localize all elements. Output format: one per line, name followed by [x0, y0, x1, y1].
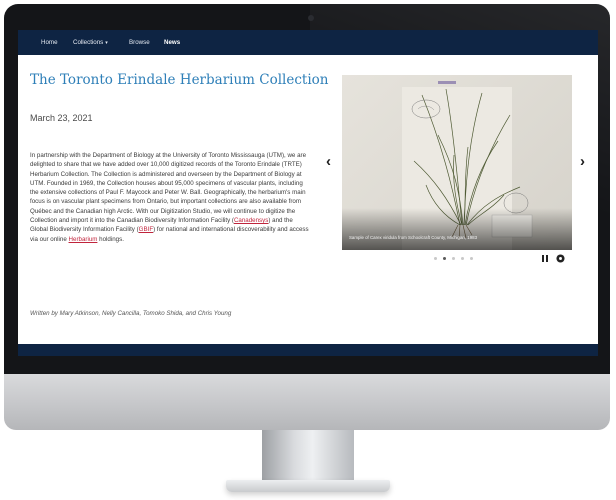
article-body: In partnership with the Department of Bi… — [30, 151, 312, 244]
canadensys-link[interactable]: Canadensys — [234, 217, 268, 224]
camera — [308, 15, 314, 21]
article-byline: Written by Mary Atkinson, Nelly Cancilla… — [30, 310, 232, 317]
nav-browse[interactable]: Browse — [126, 30, 153, 55]
nav-collections[interactable]: Collections ▾ — [70, 30, 111, 55]
nav-news[interactable]: News — [161, 30, 183, 55]
footer-band — [18, 344, 598, 356]
carousel-dot-3[interactable] — [452, 257, 455, 260]
article-date: March 23, 2021 — [30, 113, 93, 123]
carousel-dot-5[interactable] — [470, 257, 473, 260]
herbarium-link[interactable]: Herbarium — [69, 236, 98, 243]
slide-caption: Sample of Carex viridula from Schoolcraf… — [349, 235, 478, 240]
carousel-dot-1[interactable] — [434, 257, 437, 260]
pause-bar-right — [546, 255, 548, 262]
chevron-left-icon[interactable]: ‹ — [326, 154, 331, 169]
gbif-link[interactable]: GBIF — [139, 226, 153, 233]
monitor-stand-foot — [226, 480, 390, 492]
nav-collections-label: Collections — [73, 39, 104, 46]
body-text-4: holdings. — [97, 235, 124, 243]
settings-icon[interactable] — [556, 254, 565, 263]
article-title: The Toronto Erindale Herbarium Collectio… — [30, 72, 329, 88]
image-carousel[interactable]: Sample of Carex viridula from Schoolcraf… — [342, 75, 572, 250]
screen: Home Collections ▾ Browse News The Toront… — [18, 30, 598, 356]
chevron-right-icon[interactable]: › — [580, 154, 585, 169]
monitor-stand-neck — [262, 430, 354, 482]
carousel-dot-2[interactable] — [443, 257, 446, 260]
pause-icon[interactable] — [542, 255, 549, 262]
nav-home[interactable]: Home — [38, 30, 61, 55]
chevron-down-icon: ▾ — [105, 40, 108, 46]
caption-overlay — [342, 208, 572, 250]
body-text-1: In partnership with the Department of Bi… — [30, 152, 307, 225]
monitor-chin — [4, 374, 610, 430]
carousel-dot-4[interactable] — [461, 257, 464, 260]
pause-bar-left — [542, 255, 544, 262]
top-navigation-bar: Home Collections ▾ Browse News — [18, 30, 598, 55]
